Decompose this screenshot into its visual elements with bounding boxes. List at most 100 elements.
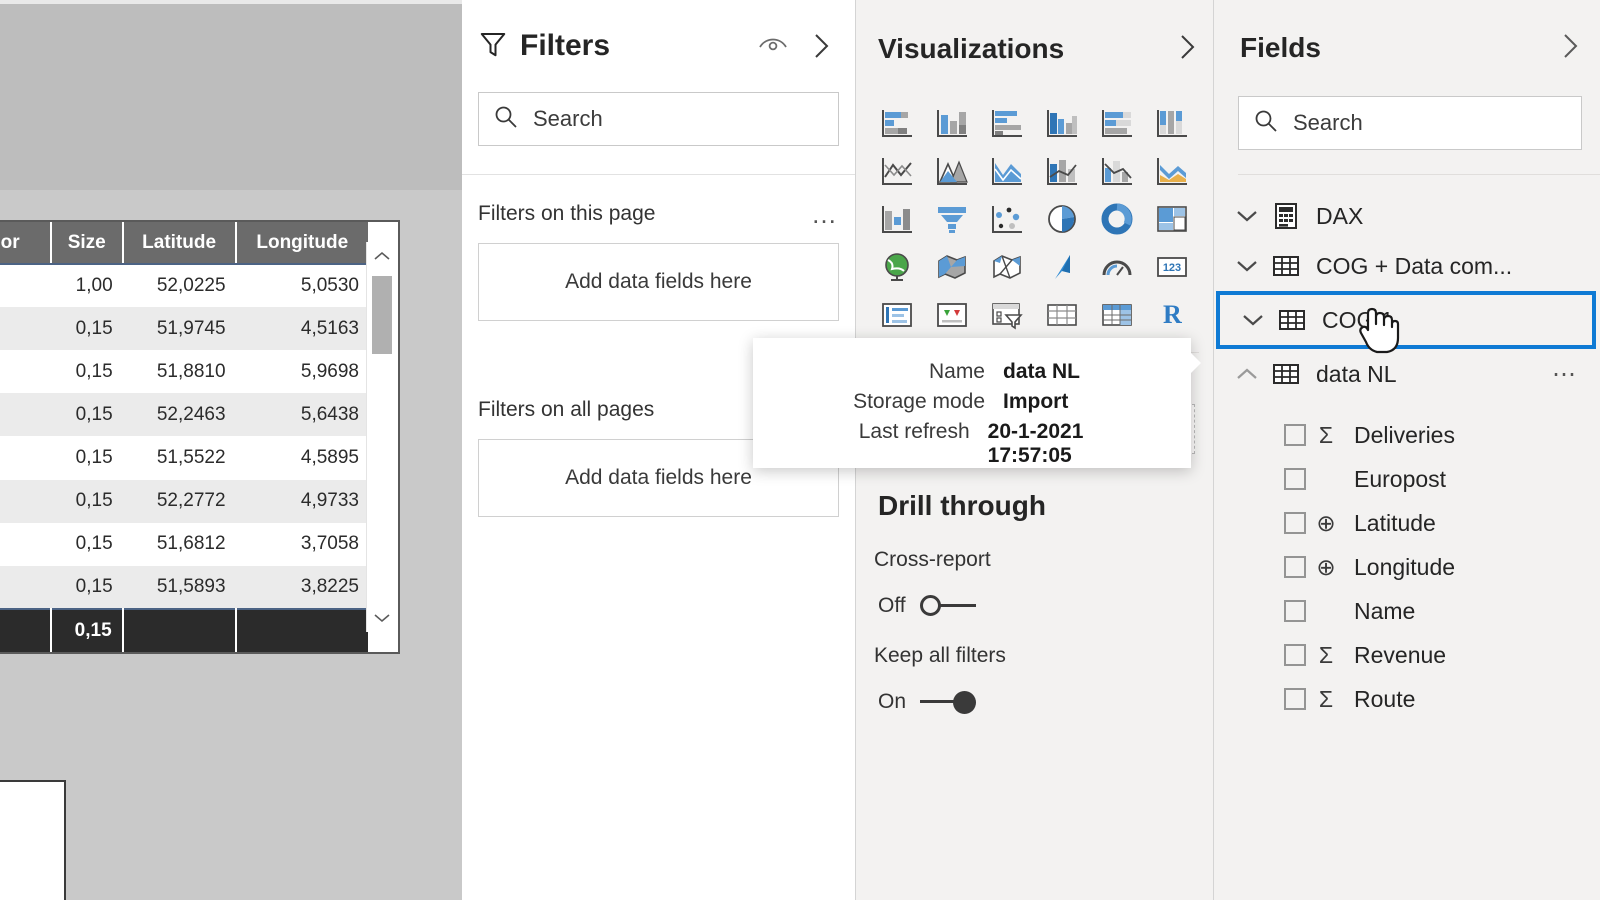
100-stacked-bar-chart-icon[interactable] (1091, 102, 1144, 144)
field-item-name[interactable]: Name (1214, 589, 1600, 633)
clustered-column-chart-icon[interactable] (1036, 102, 1089, 144)
table-row[interactable]: 519c 0,15 51,5893 3,8225 (0, 565, 369, 609)
tooltip-value: data NL (1003, 360, 1081, 383)
stacked-bar-chart-icon[interactable] (870, 102, 923, 144)
chevron-down-icon[interactable] (1236, 313, 1270, 327)
field-item-latitude[interactable]: ⊕ Latitude (1214, 501, 1600, 545)
eye-icon[interactable] (757, 31, 789, 61)
shape-map-icon[interactable] (980, 246, 1033, 288)
table-vertical-scrollbar[interactable] (366, 242, 396, 632)
table-row[interactable]: 519c 0,15 52,2463 5,6438 (0, 393, 369, 437)
stacked-area-chart-icon[interactable] (980, 150, 1033, 192)
field-item-europost[interactable]: Europost (1214, 457, 1600, 501)
line-chart-icon[interactable] (870, 150, 923, 192)
card-icon[interactable]: 123 (1146, 246, 1199, 288)
map-icon[interactable] (870, 246, 923, 288)
table-total-row[interactable]: 519c 0,15 (0, 607, 371, 652)
arcgis-map-icon[interactable] (1036, 246, 1089, 288)
tooltip-key: Storage mode (853, 390, 985, 413)
toggle-switch-on[interactable] (920, 691, 977, 714)
tooltip-value: 20-1-2021 17:57:05 (987, 420, 1084, 467)
column-header-size[interactable]: Size (50, 222, 124, 265)
scroll-down-arrow[interactable] (367, 604, 397, 632)
line-clustered-column-chart-icon[interactable] (1091, 150, 1144, 192)
filled-map-icon[interactable] (925, 246, 978, 288)
scatter-chart-icon[interactable] (980, 198, 1033, 240)
toggle-switch-off[interactable] (919, 595, 976, 617)
table-row[interactable]: 519c 0,15 51,6812 3,7058 (0, 523, 369, 566)
stacked-column-chart-icon[interactable] (925, 102, 978, 144)
fields-table-cog-1[interactable]: COG 1 (1216, 291, 1596, 349)
fields-table-menu-icon[interactable]: ⋯ (1552, 360, 1578, 389)
field-item-longitude[interactable]: ⊕ Longitude (1214, 545, 1600, 589)
fields-table-data-nl[interactable]: data NL ⋯ (1214, 349, 1600, 399)
data-table-visual[interactable]: G Color Size Latitude Longitude 1,00 52,… (0, 220, 400, 654)
table-row[interactable]: 519c 0,15 52,2772 4,9733 (0, 479, 369, 523)
globe-icon: ⊕ (1316, 509, 1336, 536)
tooltip-row-storage-mode: Storage mode Import (753, 390, 1161, 414)
field-checkbox[interactable] (1284, 512, 1306, 534)
cell-gcolor: 519c (0, 350, 51, 393)
cell-longitude: 5,9698 (300, 360, 359, 382)
table-icon (1270, 308, 1314, 332)
field-checkbox[interactable] (1284, 644, 1306, 666)
filters-on-page-dropzone[interactable]: Add data fields here (478, 243, 839, 321)
pie-chart-icon[interactable] (1036, 198, 1089, 240)
keep-all-filters-toggle[interactable]: On (856, 690, 1213, 714)
gauge-icon[interactable] (1091, 246, 1144, 288)
field-checkbox[interactable] (1284, 600, 1306, 622)
r-script-visual-icon[interactable]: R (1146, 294, 1199, 336)
fields-search-placeholder: Search (1293, 110, 1363, 135)
filters-on-page-menu-icon[interactable]: … (811, 201, 839, 227)
chevron-right-icon[interactable] (1177, 32, 1199, 67)
scrollbar-thumb[interactable] (372, 276, 392, 354)
treemap-icon[interactable] (1146, 198, 1199, 240)
canvas-blank-visual[interactable] (0, 780, 66, 900)
ribbon-chart-icon[interactable] (1146, 150, 1199, 192)
chevron-down-icon[interactable] (1230, 259, 1264, 273)
table-row[interactable]: 519c 0,15 51,8810 5,9698 (0, 350, 369, 393)
field-item-deliveries[interactable]: Σ Deliveries (1214, 413, 1600, 457)
waterfall-chart-icon[interactable] (870, 198, 923, 240)
fields-table-dax[interactable]: DAX (1214, 191, 1600, 241)
chevron-right-icon[interactable] (811, 31, 841, 61)
field-checkbox[interactable] (1284, 424, 1306, 446)
field-item-route[interactable]: Σ Route (1214, 677, 1600, 721)
scroll-up-arrow[interactable] (367, 242, 397, 270)
filters-search-placeholder: Search (533, 106, 603, 131)
sigma-icon: Σ (1318, 421, 1334, 448)
100-stacked-column-chart-icon[interactable] (1146, 102, 1199, 144)
slicer-icon[interactable] (980, 294, 1033, 336)
donut-chart-icon[interactable] (1091, 198, 1144, 240)
table-row[interactable]: 519c 0,15 51,5522 4,5895 (0, 436, 369, 479)
cross-report-toggle[interactable]: Off (856, 594, 1213, 618)
fields-search-input[interactable]: Search (1238, 96, 1582, 150)
fields-table-cog-data-com[interactable]: COG + Data com... (1214, 241, 1600, 291)
matrix-icon[interactable] (1091, 294, 1144, 336)
chevron-right-icon[interactable] (1560, 31, 1582, 66)
cell-gcolor: 519c (0, 307, 51, 351)
table-row[interactable]: 519c 0,15 51,9745 4,5163 (0, 307, 369, 351)
total-cell-longitude (235, 607, 371, 652)
field-checkbox[interactable] (1284, 468, 1306, 490)
clustered-bar-chart-icon[interactable] (980, 102, 1033, 144)
area-chart-icon[interactable] (925, 150, 978, 192)
column-header-gcolor[interactable]: G Color (0, 222, 52, 265)
sigma-icon: Σ (1318, 641, 1334, 668)
cell-latitude: 51,9745 (122, 307, 236, 351)
line-stacked-column-chart-icon[interactable] (1036, 150, 1089, 192)
table-icon[interactable] (1036, 294, 1089, 336)
field-checkbox[interactable] (1284, 688, 1306, 710)
chevron-down-icon[interactable] (1230, 209, 1264, 223)
chevron-up-icon[interactable] (1230, 367, 1264, 381)
field-checkbox[interactable] (1284, 556, 1306, 578)
filters-search-input[interactable]: Search (478, 92, 839, 146)
table-row[interactable]: 1,00 52,0225 5,0530 (0, 264, 369, 307)
kpi-icon[interactable] (925, 294, 978, 336)
multi-row-card-icon[interactable] (870, 294, 923, 336)
field-item-revenue[interactable]: Σ Revenue (1214, 633, 1600, 677)
column-header-latitude[interactable]: Latitude (122, 222, 237, 265)
column-header-longitude[interactable]: Longitude (235, 222, 371, 265)
visualization-type-grid[interactable]: 123 R (856, 102, 1213, 336)
funnel-chart-icon[interactable] (925, 198, 978, 240)
